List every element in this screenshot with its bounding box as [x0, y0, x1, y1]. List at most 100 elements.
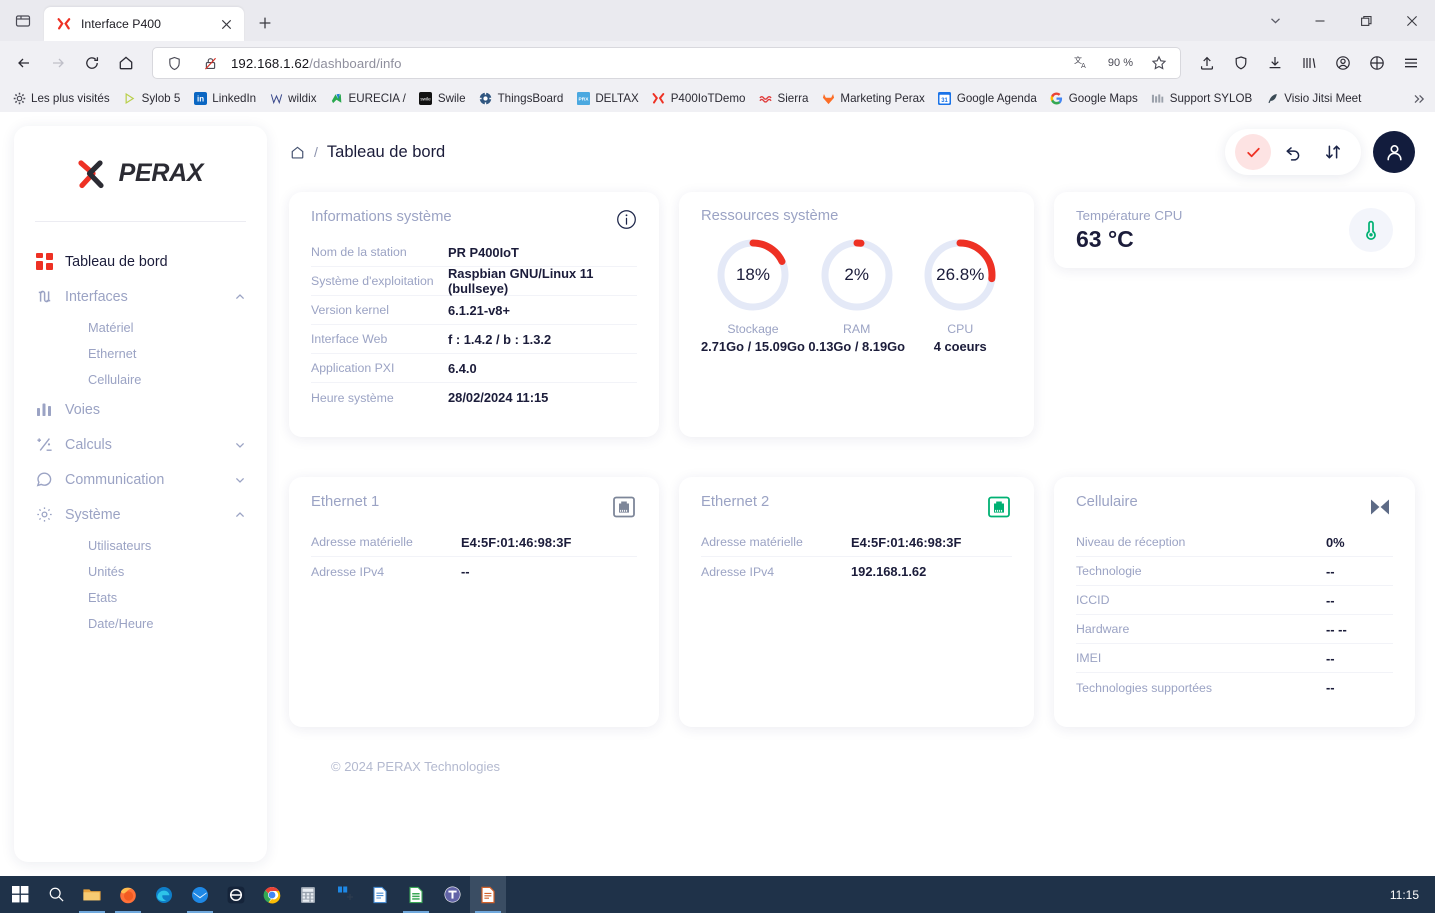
save-to-pocket-button[interactable] — [1191, 47, 1223, 79]
bookmark-item[interactable]: PRX DELTAX — [570, 89, 644, 109]
info-circle-icon[interactable] — [616, 209, 637, 230]
action-toolbar — [1225, 129, 1361, 175]
bookmark-item[interactable]: 31 Google Agenda — [932, 89, 1043, 109]
shield-icon[interactable] — [159, 48, 189, 78]
sidebar-subitem-ethernet[interactable]: Ethernet — [14, 340, 267, 366]
bars-icon — [1151, 92, 1165, 106]
appmenu-icon[interactable] — [1395, 47, 1427, 79]
maximize-button[interactable] — [1343, 0, 1389, 41]
page-title: Tableau de bord — [326, 142, 446, 161]
undo-button[interactable] — [1275, 134, 1311, 170]
writer-doc-icon[interactable] — [470, 876, 506, 913]
gauge-cpu: 26.8% CPU 4 coeurs — [908, 237, 1012, 354]
file-explorer-icon[interactable] — [74, 876, 110, 913]
chevron-down-icon[interactable] — [234, 474, 246, 486]
downloads-icon[interactable] — [1259, 47, 1291, 79]
bookmark-item[interactable]: P400IoTDemo — [646, 89, 752, 109]
chevron-up-icon[interactable] — [234, 291, 246, 303]
zoom-level-badge[interactable]: 90 % — [1102, 55, 1138, 71]
sidebar-item-communication[interactable]: Communication — [14, 462, 267, 497]
close-window-button[interactable] — [1389, 0, 1435, 41]
browser-tab[interactable]: Interface P400 — [44, 7, 244, 41]
bookmark-star-icon[interactable] — [1144, 48, 1174, 78]
sidebar-item-voies[interactable]: Voies — [14, 392, 267, 427]
sidebar-item-label: Interfaces — [65, 288, 128, 305]
linkedin-icon: in — [193, 92, 207, 106]
sidebar-subitem-utilisateurs[interactable]: Utilisateurs — [14, 532, 267, 558]
navigation-toolbar: 192.168.1.62/dashboard/info 文 A 90 % — [0, 41, 1435, 85]
dashboard-grid-icon — [35, 253, 53, 271]
info-row: Interface Web f : 1.4.2 / b : 1.3.2 — [311, 325, 637, 354]
close-icon[interactable] — [216, 14, 236, 34]
tab-dropdown-button[interactable] — [1253, 0, 1297, 41]
sidebar-subitem-materiel[interactable]: Matériel — [14, 314, 267, 340]
gear-icon — [12, 92, 26, 106]
taskbar-clock[interactable]: 11:15 — [1390, 888, 1433, 902]
bookmark-item[interactable]: Visio Jitsi Meet — [1259, 89, 1367, 109]
jitsi-icon — [1265, 92, 1279, 106]
firefox-icon[interactable] — [110, 876, 146, 913]
excel-sheet-icon[interactable] — [398, 876, 434, 913]
bookmark-item[interactable]: Sierra — [752, 89, 814, 109]
app-icon[interactable] — [326, 876, 362, 913]
back-button[interactable] — [8, 47, 40, 79]
url-bar[interactable]: 192.168.1.62/dashboard/info 文 A 90 % — [152, 47, 1181, 79]
teams-icon[interactable] — [434, 876, 470, 913]
windows-start-icon[interactable] — [2, 876, 38, 913]
gauge-ring: 2% — [819, 237, 895, 313]
lock-crossed-icon[interactable] — [195, 48, 225, 78]
bookmark-item[interactable]: swile Swile — [413, 89, 472, 109]
bookmark-item[interactable]: Les plus visités — [6, 89, 116, 109]
sidebar-item-label: Calculs — [65, 436, 112, 453]
account-icon[interactable] — [1327, 47, 1359, 79]
library-icon[interactable] — [1293, 47, 1325, 79]
bookmark-item[interactable]: EURECIA / — [324, 89, 412, 109]
bookmark-item[interactable]: Sylob 5 — [117, 89, 187, 109]
sidebar-subitem-unites[interactable]: Unités — [14, 558, 267, 584]
edge-icon[interactable] — [146, 876, 182, 913]
bookmark-item[interactable]: in LinkedIn — [187, 89, 262, 109]
bookmark-item[interactable]: ThingsBoard — [473, 89, 570, 109]
translate-icon[interactable]: 文 A — [1067, 48, 1097, 78]
avatar[interactable] — [1373, 131, 1415, 173]
shield-toolbar-icon[interactable] — [1225, 47, 1257, 79]
thermometer-icon — [1349, 208, 1393, 252]
new-tab-button[interactable] — [250, 8, 280, 38]
extension-icon[interactable] — [1361, 47, 1393, 79]
sidebar-item-calculs[interactable]: Calculs — [14, 427, 267, 462]
sidebar-subitem-cellulaire[interactable]: Cellulaire — [14, 366, 267, 392]
bookmarks-overflow-button[interactable] — [1407, 88, 1431, 110]
gear-icon — [35, 506, 53, 524]
home-button[interactable] — [110, 47, 142, 79]
search-icon[interactable] — [38, 876, 74, 913]
home-icon[interactable] — [289, 144, 305, 160]
sidebar-subitem-date-heure[interactable]: Date/Heure — [14, 610, 267, 636]
sidebar-item-interfaces[interactable]: Interfaces — [14, 279, 267, 314]
reload-button[interactable] — [76, 47, 108, 79]
sidebar-subitem-etats[interactable]: Etats — [14, 584, 267, 610]
sidebar-item-label: Tableau de bord — [65, 253, 168, 270]
info-row: Version kernel 6.1.21-v8+ — [311, 296, 637, 325]
bookmark-item[interactable]: Support SYLOB — [1145, 89, 1259, 109]
bookmarks-bar: Les plus visités Sylob 5 in LinkedIn wil… — [0, 85, 1435, 112]
svg-text:PRX: PRX — [578, 97, 589, 103]
chevron-up-icon[interactable] — [234, 509, 246, 521]
word-doc-icon[interactable] — [362, 876, 398, 913]
sidebar-item-systeme[interactable]: Système — [14, 497, 267, 532]
bookmark-item[interactable]: wildix — [263, 89, 322, 109]
forward-button[interactable] — [42, 47, 74, 79]
sidebar-item-tableau-de-bord[interactable]: Tableau de bord — [14, 244, 267, 279]
gauge-ring: 26.8% — [922, 237, 998, 313]
bookmark-item[interactable]: Google Maps — [1044, 89, 1144, 109]
chevron-down-icon[interactable] — [234, 439, 246, 451]
chrome-icon[interactable] — [254, 876, 290, 913]
thunderbird-icon[interactable] — [182, 876, 218, 913]
list-all-tabs-button[interactable] — [6, 4, 40, 38]
sort-button[interactable] — [1315, 134, 1351, 170]
calculator-icon[interactable] — [290, 876, 326, 913]
minimize-button[interactable] — [1297, 0, 1343, 41]
validate-button[interactable] — [1235, 134, 1271, 170]
anydesk-icon[interactable] — [218, 876, 254, 913]
bookmark-item[interactable]: Marketing Perax — [815, 89, 930, 109]
dashboard-row-1: Informations système Nom de la station PR… — [289, 192, 1415, 437]
